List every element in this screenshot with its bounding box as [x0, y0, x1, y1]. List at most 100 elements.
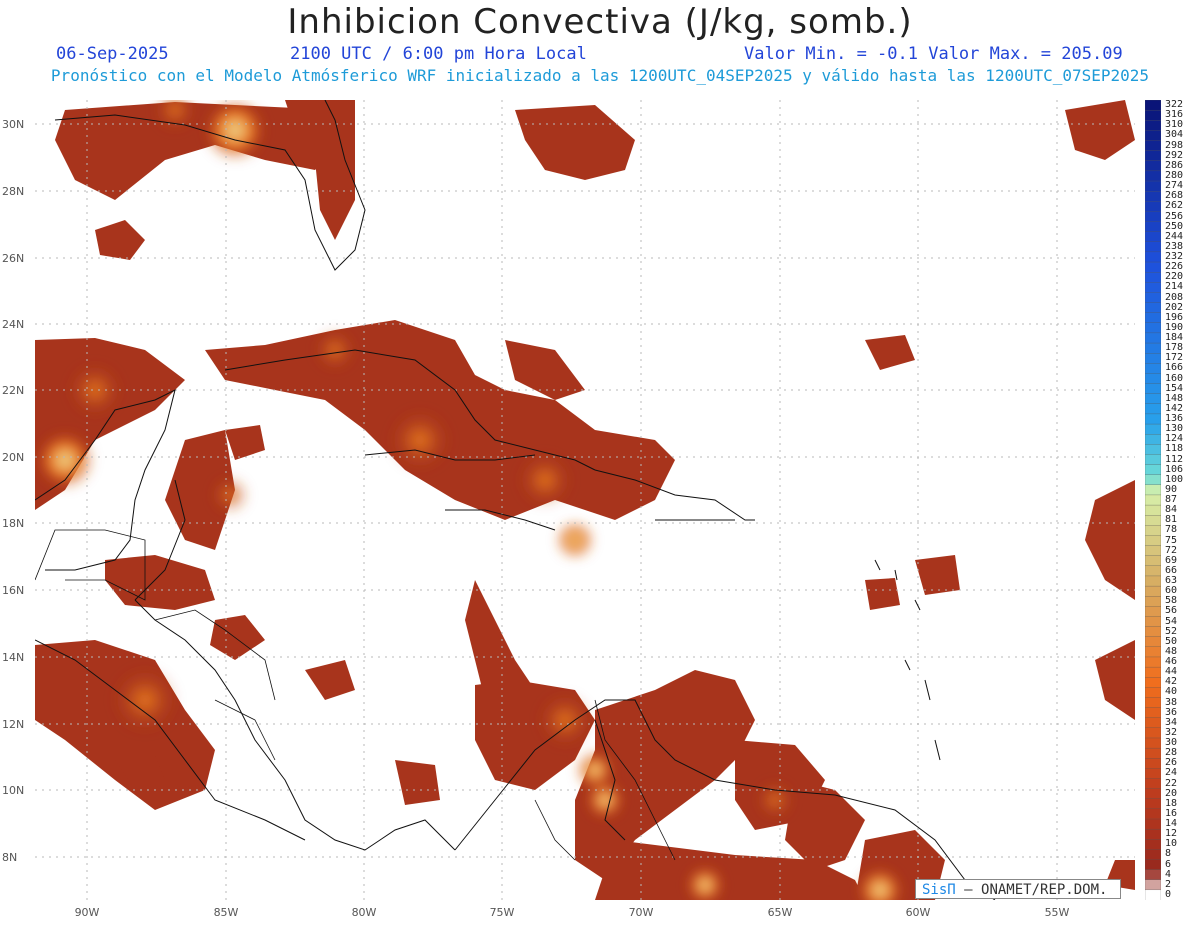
legend-label: 78 — [1165, 524, 1178, 536]
legend-swatch — [1145, 828, 1161, 840]
legend-swatch — [1145, 484, 1161, 496]
legend-label: 112 — [1165, 453, 1184, 465]
legend-swatch — [1145, 180, 1161, 192]
legend-swatch — [1145, 170, 1161, 182]
brand-logo: SisΠ — [922, 882, 956, 898]
legend-label: 118 — [1165, 443, 1184, 455]
legend-swatch — [1145, 150, 1161, 162]
legend-swatch — [1145, 353, 1161, 364]
legend-swatch — [1145, 768, 1161, 779]
legend-swatch — [1145, 454, 1161, 466]
forecast-info: Pronóstico con el Modelo Atmósferico WRF… — [50, 66, 1150, 85]
legend-swatch — [1145, 109, 1161, 121]
legend-swatch — [1145, 383, 1161, 395]
legend-swatch — [1145, 322, 1161, 334]
legend-swatch — [1145, 545, 1161, 557]
legend-label: 166 — [1165, 362, 1184, 374]
legend-swatch — [1145, 211, 1161, 222]
legend-swatch — [1145, 859, 1161, 871]
legend-label: 38 — [1165, 696, 1178, 708]
legend-swatch — [1145, 140, 1161, 152]
legend-swatch — [1145, 626, 1161, 638]
legend-swatch — [1145, 282, 1161, 293]
credit-text: – ONAMET/REP.DOM. — [964, 882, 1108, 898]
legend-swatch — [1145, 849, 1161, 860]
legend-swatch — [1145, 190, 1161, 202]
legend-swatch — [1145, 788, 1161, 800]
legend-swatch — [1145, 808, 1161, 820]
legend-swatch — [1145, 747, 1161, 759]
cin-map — [35, 100, 1135, 900]
legend-swatch — [1145, 292, 1161, 303]
lon-label: 70W — [628, 906, 654, 919]
lat-label: 20N — [2, 451, 25, 464]
legend-label: 208 — [1165, 291, 1184, 303]
lon-label: 80W — [351, 906, 377, 919]
legend-label: 262 — [1165, 200, 1184, 212]
legend-swatch — [1145, 393, 1161, 405]
legend-swatch — [1145, 130, 1161, 141]
legend-swatch — [1145, 261, 1161, 273]
legend-swatch — [1145, 758, 1161, 769]
legend-swatch — [1145, 525, 1161, 536]
legend-swatch — [1145, 606, 1161, 617]
lat-label: 10N — [2, 784, 25, 797]
legend-swatch — [1145, 302, 1161, 314]
legend-swatch — [1145, 656, 1161, 668]
legend-swatch — [1145, 494, 1161, 506]
legend-swatch — [1145, 160, 1161, 172]
lon-label: 75W — [489, 906, 515, 919]
legend-swatch — [1145, 889, 1161, 900]
legend-swatch — [1145, 332, 1161, 344]
legend-swatch — [1145, 504, 1161, 516]
legend-label: 56 — [1165, 605, 1178, 617]
legend-label: 256 — [1165, 210, 1184, 222]
legend-label: 8 — [1165, 848, 1172, 860]
legend-swatch — [1145, 737, 1161, 749]
lat-label: 12N — [2, 718, 25, 731]
date-label: 06-Sep-2025 — [56, 44, 169, 64]
legend-swatch — [1145, 778, 1161, 790]
lon-label: 55W — [1044, 906, 1070, 919]
legend-swatch — [1145, 727, 1161, 739]
legend-swatch — [1145, 403, 1161, 415]
legend-swatch — [1145, 271, 1161, 283]
legend-swatch — [1145, 251, 1161, 263]
legend-swatch — [1145, 646, 1161, 658]
legend-label: 214 — [1165, 281, 1184, 293]
lat-label: 14N — [2, 651, 25, 664]
lon-label: 90W — [74, 906, 100, 919]
legend-swatch — [1145, 201, 1161, 212]
legend-swatch — [1145, 677, 1161, 688]
legend-label: 0 — [1165, 888, 1172, 900]
legend-label: 160 — [1165, 372, 1184, 384]
lat-label: 18N — [2, 517, 25, 530]
legend-label: 40 — [1165, 686, 1178, 698]
legend-label: 75 — [1165, 534, 1178, 546]
lon-label: 60W — [905, 906, 931, 919]
legend-swatch — [1145, 707, 1161, 719]
legend-swatch — [1145, 423, 1161, 435]
lat-label: 26N — [2, 252, 25, 265]
legend-swatch — [1145, 687, 1161, 698]
legend-swatch — [1145, 373, 1161, 385]
legend-swatch — [1145, 434, 1161, 445]
legend-swatch — [1145, 363, 1161, 374]
legend-swatch — [1145, 596, 1161, 607]
legend-swatch — [1145, 575, 1161, 587]
legend-swatch — [1145, 312, 1161, 324]
lat-label: 22N — [2, 384, 25, 397]
legend-swatch — [1145, 231, 1161, 243]
legend-swatch — [1145, 464, 1161, 476]
legend-swatch — [1145, 869, 1161, 881]
legend-swatch — [1145, 697, 1161, 709]
legend-label: 54 — [1165, 615, 1178, 627]
map-title: Inhibicion Convectiva (J/kg, somb.) — [287, 2, 913, 42]
lat-label: 24N — [2, 318, 25, 331]
legend-swatch — [1145, 342, 1161, 354]
legend-swatch — [1145, 565, 1161, 577]
legend-label: 304 — [1165, 129, 1184, 141]
legend-label: 24 — [1165, 767, 1178, 779]
legend-swatch — [1145, 100, 1161, 111]
lat-label: 8N — [2, 851, 18, 864]
